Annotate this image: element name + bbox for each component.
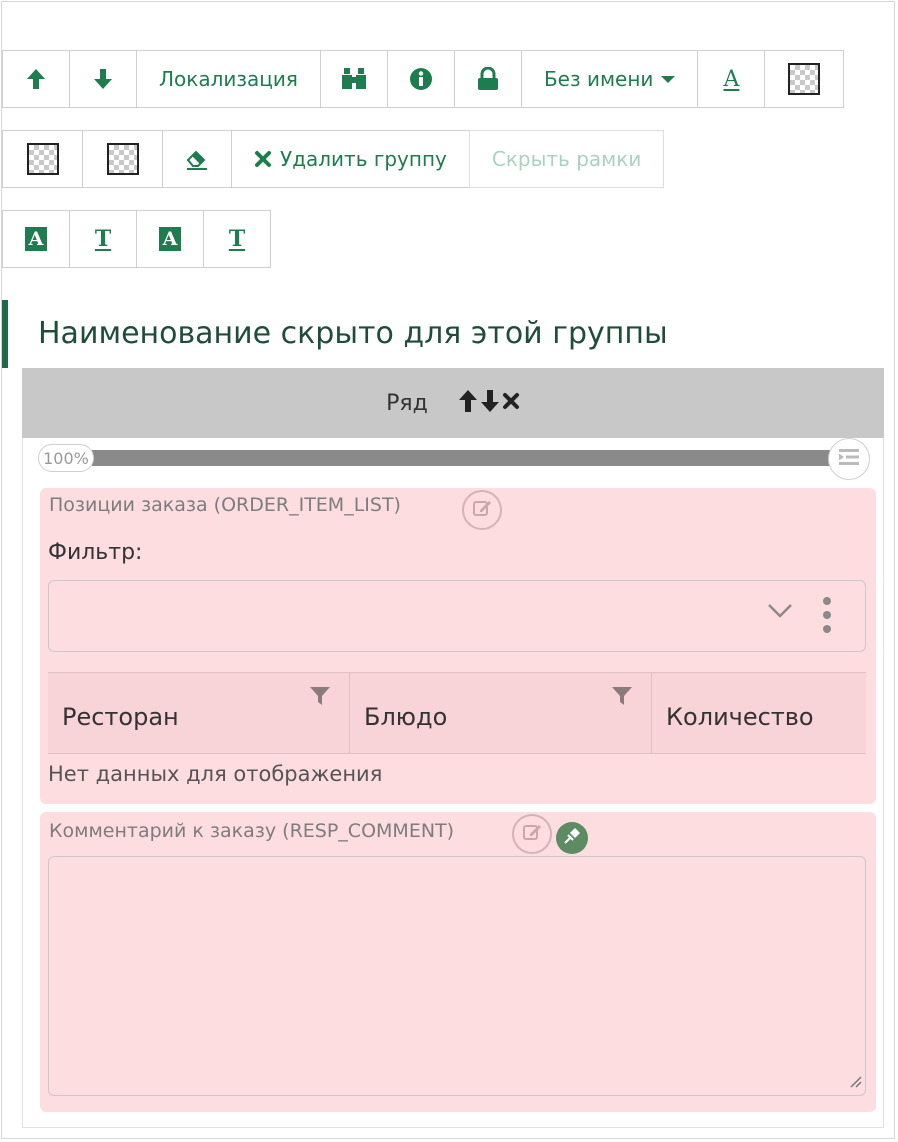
resize-grip-icon[interactable] [848, 1073, 862, 1092]
grid-header: Ресторан Блюдо Количество [48, 672, 866, 754]
transparent-checker-icon [26, 143, 59, 175]
group-title: Наименование скрыто для этой группы [38, 316, 668, 351]
caret-down-icon [661, 75, 676, 83]
column-restaurant[interactable]: Ресторан [48, 673, 350, 753]
chevron-down-icon[interactable] [767, 603, 793, 623]
row-width-handle[interactable] [828, 438, 870, 480]
delete-group-label: Удалить группу [280, 147, 447, 171]
row-actions [458, 389, 520, 417]
toolbar-row-1: Локализация Без имени A [2, 50, 845, 108]
row-delete-icon[interactable] [502, 392, 520, 414]
move-down-button[interactable] [69, 50, 137, 108]
resp-comment-caption: Комментарий к заказу (RESP_COMMENT) [49, 820, 455, 842]
background-color-button[interactable] [764, 50, 845, 108]
list-indent-icon [837, 448, 861, 470]
letter-t-underline-icon: T [228, 226, 246, 252]
border-color-button[interactable] [2, 130, 83, 188]
delete-group-button[interactable]: Удалить группу [231, 130, 470, 188]
column-title: Ресторан [62, 703, 179, 731]
edit-field-button[interactable] [462, 490, 502, 530]
filter-funnel-icon[interactable] [611, 685, 633, 711]
group-accent-bar [2, 300, 8, 368]
info-circle-icon [409, 67, 433, 91]
clear-format-button[interactable] [162, 130, 232, 188]
transparent-checker-icon [106, 143, 139, 175]
letter-a-filled-icon: A [25, 227, 47, 251]
letter-t-underline-icon: T [94, 226, 112, 252]
toolbar-row-3: A T A T [2, 210, 271, 268]
pin-icon [563, 827, 581, 849]
more-options-icon[interactable] [823, 597, 831, 633]
shadow-color-button[interactable] [82, 130, 163, 188]
hide-borders-label: Скрыть рамки [491, 147, 642, 171]
column-title: Количество [666, 703, 814, 731]
column-quantity[interactable]: Количество [652, 673, 866, 753]
move-up-button[interactable] [2, 50, 70, 108]
letter-a-filled-icon: A [159, 227, 181, 251]
name-dropdown-button[interactable]: Без имени [520, 50, 699, 108]
row-header: Ряд [22, 368, 884, 438]
name-dropdown-label: Без имени [543, 67, 654, 91]
comment-textarea[interactable] [48, 856, 866, 1096]
filter-label: Фильтр: [48, 540, 143, 565]
search-button[interactable] [319, 50, 388, 108]
filter-select[interactable] [48, 580, 866, 652]
transparent-checker-icon [788, 63, 821, 95]
font-color-button[interactable]: A [697, 50, 766, 108]
info-button[interactable] [386, 50, 455, 108]
row-width-bar[interactable] [92, 450, 838, 466]
hide-borders-button[interactable]: Скрыть рамки [468, 130, 665, 188]
column-dish[interactable]: Блюдо [350, 673, 652, 753]
filter-funnel-icon[interactable] [309, 685, 331, 711]
lock-icon [477, 67, 499, 91]
no-data-message: Нет данных для отображения [48, 762, 383, 786]
title-text-letter-button[interactable]: T [69, 210, 137, 268]
column-title: Блюдо [364, 703, 448, 731]
order-item-list-caption: Позиции заказа (ORDER_ITEM_LIST) [49, 494, 401, 516]
order-item-list-field[interactable]: Позиции заказа (ORDER_ITEM_LIST) Фильтр:… [40, 488, 876, 804]
content-text-letter-button[interactable]: T [203, 210, 271, 268]
font-color-letter: A [723, 66, 740, 92]
row-move-down-icon[interactable] [480, 389, 500, 417]
edit-pencil-icon [472, 498, 492, 522]
toolbar-row-2: Удалить группу Скрыть рамки [2, 130, 665, 188]
row-width-percent[interactable]: 100% [38, 444, 94, 472]
edit-pencil-icon [522, 822, 542, 846]
lock-button[interactable] [453, 50, 522, 108]
resp-comment-field[interactable]: Комментарий к заказу (RESP_COMMENT) [40, 812, 876, 1112]
binoculars-icon [340, 67, 368, 91]
arrow-up-icon [26, 67, 46, 91]
close-x-icon [254, 150, 272, 168]
row-label: Ряд [386, 390, 428, 416]
eraser-icon [185, 147, 209, 171]
edit-field-button[interactable] [512, 814, 552, 854]
row-move-up-icon[interactable] [458, 389, 478, 417]
localization-label: Локализация [159, 67, 298, 91]
arrow-down-icon [93, 67, 113, 91]
localization-button[interactable]: Локализация [136, 50, 321, 108]
content-bg-letter-button[interactable]: A [136, 210, 204, 268]
pin-field-button[interactable] [556, 822, 588, 854]
title-bg-letter-button[interactable]: A [2, 210, 70, 268]
